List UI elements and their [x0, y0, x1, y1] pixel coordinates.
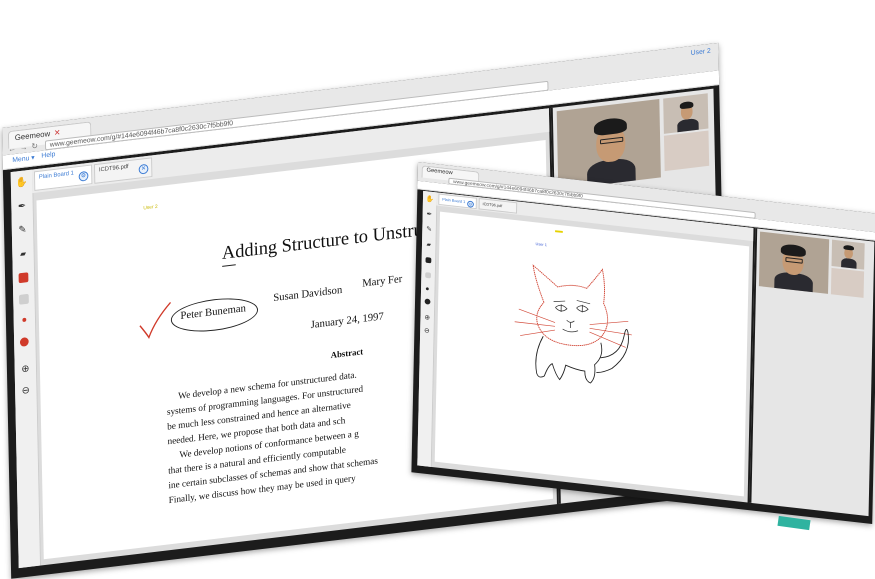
doc-tab-pdf[interactable]: ICDT96.pdf — [479, 198, 518, 214]
doc-tab-pdf[interactable]: ICDT96.pdf ✕ — [94, 157, 152, 184]
hand-icon[interactable]: ✋ — [15, 176, 29, 191]
reload-icon[interactable]: ↻ — [31, 141, 38, 151]
pencil-icon[interactable]: ✎ — [16, 223, 30, 238]
participant-video-2[interactable] — [831, 268, 864, 298]
menu-dropdown[interactable]: Menu ▾ — [12, 154, 34, 164]
remote-cursor-label: User 1 — [536, 241, 547, 247]
black-swatch[interactable] — [425, 257, 431, 263]
whiteboard-area: ✋ ✒ ✎ ▰ ⊕ ⊖ Plain Board 1 ⚙ ICDT96.pdf U… — [417, 191, 753, 503]
participant-video-2[interactable] — [664, 131, 709, 172]
gray-swatch[interactable] — [19, 294, 29, 305]
forward-icon[interactable]: → — [20, 143, 28, 153]
close-tab-icon[interactable]: ✕ — [54, 128, 61, 138]
browser-tab-title: Geemeow — [426, 168, 452, 177]
pencil-icon[interactable]: ✎ — [424, 225, 434, 235]
front-browser-window: Geemeow www.geemeow.com/g/#144e6094f46b7… — [411, 162, 875, 524]
title-underline — [222, 264, 236, 267]
eraser-icon[interactable]: ▰ — [16, 247, 30, 262]
author-3: Mary Fer — [362, 273, 402, 290]
video-sidebar — [749, 228, 874, 516]
zoom-in-icon[interactable]: ⊕ — [18, 362, 32, 377]
abstract-heading: Abstract — [331, 346, 364, 360]
doc-tab-label: Plain Board 1 — [39, 171, 74, 181]
whiteboard-canvas[interactable]: User 1 — [435, 212, 749, 497]
user-label[interactable]: User 2 — [691, 48, 711, 57]
person-body — [841, 258, 857, 270]
participant-video-1[interactable] — [663, 93, 708, 134]
tab-close-icon[interactable]: ✕ — [139, 164, 149, 175]
yellow-stroke — [555, 230, 563, 233]
accent-bar — [777, 516, 810, 530]
doc-tab-plain-board[interactable]: Plain Board 1 ⚙ — [34, 164, 92, 191]
red-dot-small[interactable] — [22, 318, 26, 322]
tab-settings-icon[interactable]: ⚙ — [79, 171, 89, 182]
tab-settings-icon[interactable]: ⚙ — [467, 201, 474, 208]
red-dot-large[interactable] — [20, 337, 29, 347]
checkmark-annotation — [136, 300, 176, 344]
remote-cursor-label: User 2 — [143, 204, 157, 212]
main-video-feed — [759, 232, 829, 294]
author-2: Susan Davidson — [273, 284, 342, 304]
zoom-out-icon[interactable]: ⊖ — [422, 326, 432, 336]
main-video-feed — [557, 99, 661, 190]
black-dot-small[interactable] — [426, 287, 429, 290]
help-menu[interactable]: Help — [41, 151, 55, 160]
doc-tab-label: ICDT96.pdf — [99, 164, 129, 173]
back-icon[interactable]: ← — [8, 144, 16, 154]
red-swatch[interactable] — [19, 272, 29, 283]
zoom-in-icon[interactable]: ⊕ — [422, 313, 432, 323]
black-dot-large[interactable] — [425, 298, 431, 304]
participant-video-1[interactable] — [832, 240, 865, 270]
hand-icon[interactable]: ✋ — [425, 195, 435, 205]
pen-icon[interactable]: ✒ — [15, 199, 29, 214]
doc-tab-label: ICDT96.pdf — [483, 201, 503, 208]
zoom-out-icon[interactable]: ⊖ — [19, 384, 33, 399]
paper-date: January 24, 1997 — [311, 311, 384, 331]
gray-swatch[interactable] — [425, 272, 431, 278]
doc-tab-label: Plain Board 1 — [442, 197, 465, 204]
cat-drawing — [504, 257, 651, 405]
pen-icon[interactable]: ✒ — [424, 210, 434, 220]
eraser-icon[interactable]: ▰ — [424, 240, 434, 250]
doc-tab-plain-board[interactable]: Plain Board 1 ⚙ — [438, 194, 477, 210]
